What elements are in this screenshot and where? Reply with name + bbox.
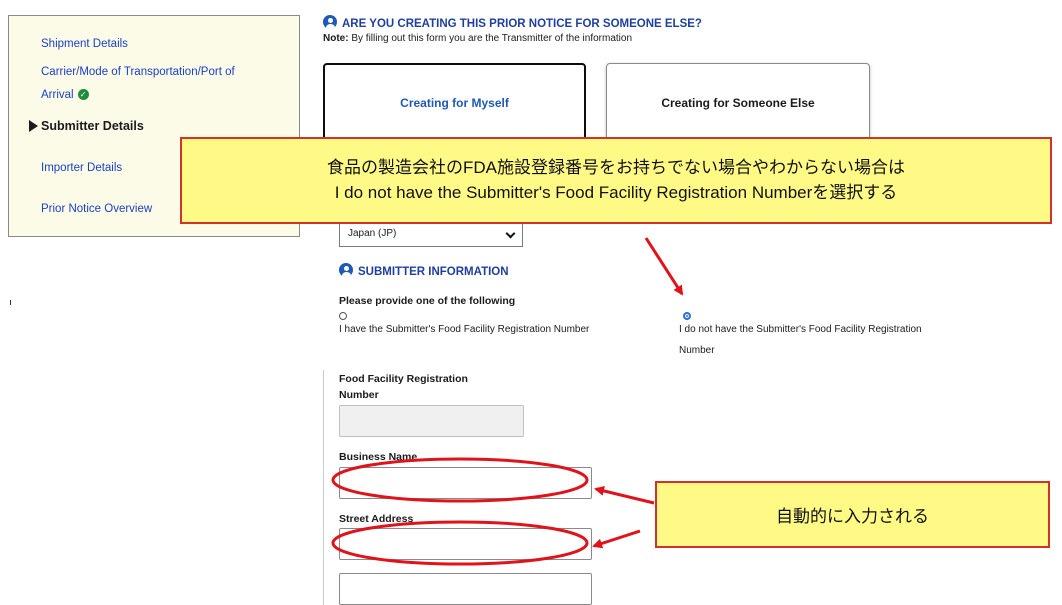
street-address-highlight-ellipse <box>331 520 589 566</box>
annotation-arrow-to-business-name <box>594 486 655 505</box>
business-name-highlight-ellipse <box>331 457 589 503</box>
annotation-overlay <box>331 237 684 566</box>
annotation-arrow-to-radio <box>644 237 684 296</box>
annotation-arrow-to-street-address <box>592 529 641 549</box>
